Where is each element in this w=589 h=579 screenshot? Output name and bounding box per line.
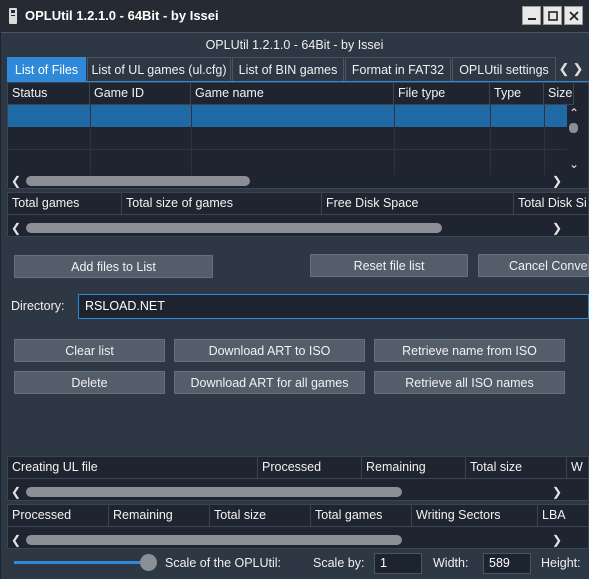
tab-oplutil-settings[interactable]: OPLUtil settings [452, 57, 556, 82]
width-label: Width: [433, 556, 469, 570]
column-header-total-size[interactable]: Total size [210, 505, 311, 527]
minimize-icon [527, 17, 536, 20]
tab-scroll-left-icon[interactable]: ❮ [558, 60, 570, 78]
clear-list-button[interactable]: Clear list [14, 339, 165, 362]
scroll-right-icon[interactable]: ❯ [550, 174, 564, 188]
scroll-up-icon[interactable]: ⌃ [567, 106, 581, 120]
app-icon [8, 8, 18, 24]
cancel-convert-button[interactable]: Cancel Conver [478, 254, 589, 277]
directory-label: Directory: [11, 299, 65, 313]
tab-list-of-files[interactable]: List of Files [7, 57, 86, 82]
minimize-button[interactable] [522, 6, 541, 25]
column-divider [394, 105, 395, 175]
scale-slider-handle[interactable] [140, 554, 157, 571]
ul-file-table[interactable]: Creating UL file Processed Remaining Tot… [7, 456, 589, 501]
column-header-writing-sectors[interactable]: Writing Sectors [412, 505, 538, 527]
horizontal-scrollbar-thumb[interactable] [26, 487, 402, 497]
window-title: OPLUtil 1.2.1.0 - 64Bit - by Issei [25, 8, 219, 23]
width-input[interactable]: 589 [483, 553, 531, 574]
column-header-creating-ul-file[interactable]: Creating UL file [8, 457, 258, 479]
column-divider [544, 105, 545, 175]
scroll-left-icon[interactable]: ❮ [9, 485, 23, 499]
download-art-all-games-button[interactable]: Download ART for all games [174, 371, 365, 394]
column-header-lba[interactable]: LBA [538, 505, 588, 527]
column-header-remaining[interactable]: Remaining [362, 457, 466, 479]
column-header-total-size[interactable]: Total size of games [122, 193, 322, 215]
vertical-scrollbar-thumb[interactable] [569, 123, 578, 133]
scroll-left-icon[interactable]: ❮ [9, 174, 23, 188]
column-header-total-disk-size[interactable]: Total Disk Si [514, 193, 588, 215]
column-header-total-games[interactable]: Total games [8, 193, 122, 215]
column-header-total-games[interactable]: Total games [311, 505, 412, 527]
tab-scroll-right-icon[interactable]: ❯ [572, 60, 584, 78]
maximize-icon [547, 10, 558, 21]
column-divider [90, 105, 91, 175]
table-row[interactable] [8, 105, 567, 127]
column-header-game-id[interactable]: Game ID [90, 83, 191, 105]
directory-input[interactable]: RSLOAD.NET [78, 294, 589, 319]
add-files-button[interactable]: Add files to List [14, 255, 213, 278]
tab-ul-games[interactable]: List of UL games (ul.cfg) [87, 57, 231, 82]
scroll-left-icon[interactable]: ❮ [9, 533, 23, 547]
horizontal-scrollbar-thumb[interactable] [26, 535, 402, 545]
close-icon [568, 10, 579, 21]
retrieve-name-from-iso-button[interactable]: Retrieve name from ISO [374, 339, 565, 362]
tab-format-fat32[interactable]: Format in FAT32 [345, 57, 451, 82]
scale-by-input[interactable]: 1 [374, 553, 422, 574]
retrieve-all-iso-names-button[interactable]: Retrieve all ISO names [374, 371, 565, 394]
tab-bin-games[interactable]: List of BIN games [232, 57, 344, 82]
column-header-remaining[interactable]: Remaining [109, 505, 210, 527]
column-header-game-name[interactable]: Game name [191, 83, 394, 105]
column-header-status[interactable]: Status [8, 83, 90, 105]
delete-button[interactable]: Delete [14, 371, 165, 394]
column-header-free-disk-space[interactable]: Free Disk Space [322, 193, 514, 215]
column-divider [191, 105, 192, 175]
scroll-down-icon[interactable]: ⌄ [567, 157, 581, 171]
scroll-right-icon[interactable]: ❯ [550, 221, 564, 235]
scroll-left-icon[interactable]: ❮ [9, 221, 23, 235]
horizontal-scrollbar-thumb[interactable] [26, 176, 250, 186]
scale-by-label: Scale by: [313, 556, 365, 570]
row-divider [8, 149, 567, 150]
column-header-file-type[interactable]: File type [394, 83, 490, 105]
scale-label: Scale of the OPLUtil: [165, 556, 282, 570]
files-table[interactable]: Status Game ID Game name File type Type … [7, 82, 589, 189]
close-button[interactable] [564, 6, 583, 25]
scroll-right-icon[interactable]: ❯ [550, 485, 564, 499]
maximize-button[interactable] [543, 6, 562, 25]
app-header: OPLUtil 1.2.1.0 - 64Bit - by Issei [205, 38, 384, 52]
progress-table[interactable]: Processed Remaining Total size Total gam… [7, 504, 589, 549]
column-header-type[interactable]: Type [490, 83, 544, 105]
column-header-processed[interactable]: Processed [8, 505, 109, 527]
column-header-size[interactable]: Size [544, 83, 574, 105]
column-header-w[interactable]: W [567, 457, 588, 479]
scroll-right-icon[interactable]: ❯ [550, 533, 564, 547]
totals-table[interactable]: Total games Total size of games Free Dis… [7, 192, 589, 237]
column-header-total-size[interactable]: Total size [466, 457, 567, 479]
download-art-to-iso-button[interactable]: Download ART to ISO [174, 339, 365, 362]
height-label: Height: [541, 556, 581, 570]
horizontal-scrollbar-thumb[interactable] [26, 223, 442, 233]
reset-file-list-button[interactable]: Reset file list [310, 254, 468, 277]
column-header-processed[interactable]: Processed [258, 457, 362, 479]
scale-slider-track[interactable] [14, 561, 144, 564]
column-divider [490, 105, 491, 175]
